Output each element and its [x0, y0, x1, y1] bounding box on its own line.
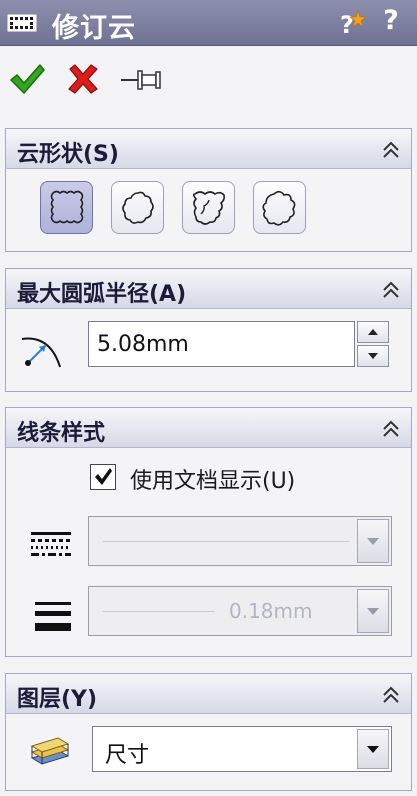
irregular-polygon-cloud-button[interactable] — [182, 181, 235, 234]
spin-down-button[interactable] — [357, 345, 389, 367]
use-document-display-checkbox[interactable] — [90, 464, 116, 490]
whatsnew-help-icon[interactable]: ? — [338, 9, 368, 37]
collapse-chevron-icon[interactable] — [381, 419, 401, 439]
use-document-display-label[interactable]: 使用文档显示(U) — [130, 463, 295, 495]
freehand-cloud-icon — [262, 190, 296, 226]
max-arc-radius-header[interactable]: 最大圆弧半径(A) — [6, 269, 411, 309]
collapse-chevron-icon[interactable] — [381, 140, 401, 160]
action-row — [0, 48, 417, 110]
line-style-title: 线条样式 — [17, 421, 106, 446]
rectangle-cloud-button[interactable] — [40, 181, 93, 234]
freehand-cloud-button[interactable] — [253, 181, 306, 234]
layer-header[interactable]: 图层(Y) — [6, 674, 411, 714]
spin-up-button[interactable] — [357, 321, 389, 343]
help-icon[interactable]: ? — [376, 4, 406, 38]
layer-dropdown[interactable]: 尺寸 — [92, 726, 392, 772]
irregular-polygon-cloud-icon — [192, 191, 225, 225]
rectangle-cloud-icon — [50, 190, 84, 224]
line-style-header[interactable]: 线条样式 — [6, 408, 411, 448]
layer-title: 图层(Y) — [17, 687, 98, 712]
line-thickness-preview — [103, 611, 215, 612]
line-thickness-icon — [35, 602, 71, 631]
cloud-shape-title: 云形状(S) — [17, 142, 119, 167]
checkmark-icon — [95, 468, 112, 485]
chevron-down-icon — [367, 538, 379, 545]
line-style-panel: 线条样式 使用文档显示(U) 0.18mm — [5, 407, 412, 657]
collapse-chevron-icon[interactable] — [381, 280, 401, 300]
pushpin-icon[interactable] — [120, 66, 164, 94]
window-title: 修订云 — [52, 13, 136, 44]
line-font-icon — [31, 532, 71, 556]
spin-down-arrow-icon — [368, 353, 378, 359]
layer-dropdown-button[interactable] — [357, 729, 389, 769]
max-arc-radius-spinner — [357, 321, 389, 367]
chevron-down-icon — [367, 746, 379, 753]
layers-icon — [30, 737, 70, 765]
max-arc-radius-panel: 最大圆弧半径(A) — [5, 268, 412, 392]
layer-panel: 图层(Y) 尺寸 — [5, 673, 412, 791]
ellipse-cloud-button[interactable] — [111, 181, 164, 234]
cloud-shape-panel: 云形状(S) — [5, 128, 412, 252]
ellipse-cloud-icon — [122, 191, 154, 224]
svg-text:?: ? — [340, 11, 354, 37]
cancel-x-icon[interactable] — [66, 63, 100, 95]
cloud-shape-header[interactable]: 云形状(S) — [6, 129, 411, 169]
line-font-preview — [103, 541, 349, 542]
revision-cloud-app-icon — [7, 14, 37, 32]
title-bar: 修订云 ? ? — [0, 0, 417, 46]
spin-up-arrow-icon — [368, 329, 378, 335]
chevron-down-icon — [367, 608, 379, 615]
max-arc-radius-title: 最大圆弧半径(A) — [17, 282, 187, 307]
line-thickness-dropdown-button[interactable] — [357, 589, 389, 633]
line-font-dropdown-button[interactable] — [357, 519, 389, 563]
line-thickness-dropdown[interactable]: 0.18mm — [88, 586, 392, 636]
arc-radius-icon — [21, 337, 61, 368]
line-thickness-value: 0.18mm — [229, 599, 313, 623]
ok-checkmark-icon[interactable] — [9, 62, 45, 96]
max-arc-radius-input[interactable] — [88, 321, 355, 367]
layer-value: 尺寸 — [105, 743, 150, 768]
collapse-chevron-icon[interactable] — [381, 685, 401, 705]
line-font-dropdown[interactable] — [88, 516, 392, 566]
